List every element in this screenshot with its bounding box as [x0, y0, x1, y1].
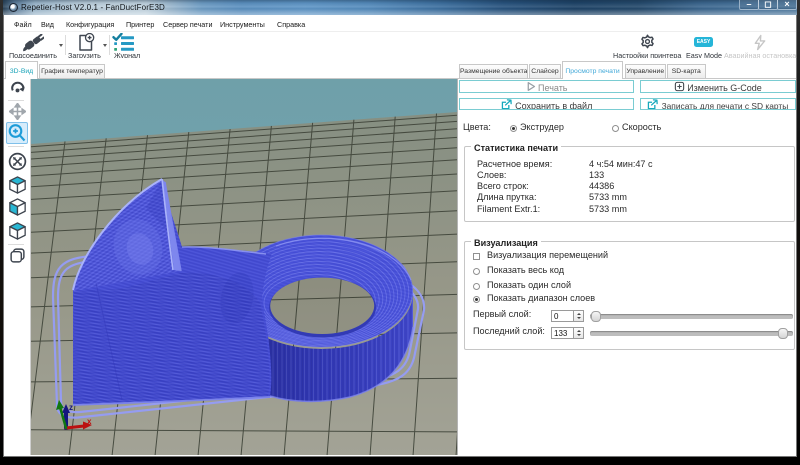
svg-text:x: x — [87, 417, 92, 426]
svg-text:z: z — [69, 403, 73, 412]
